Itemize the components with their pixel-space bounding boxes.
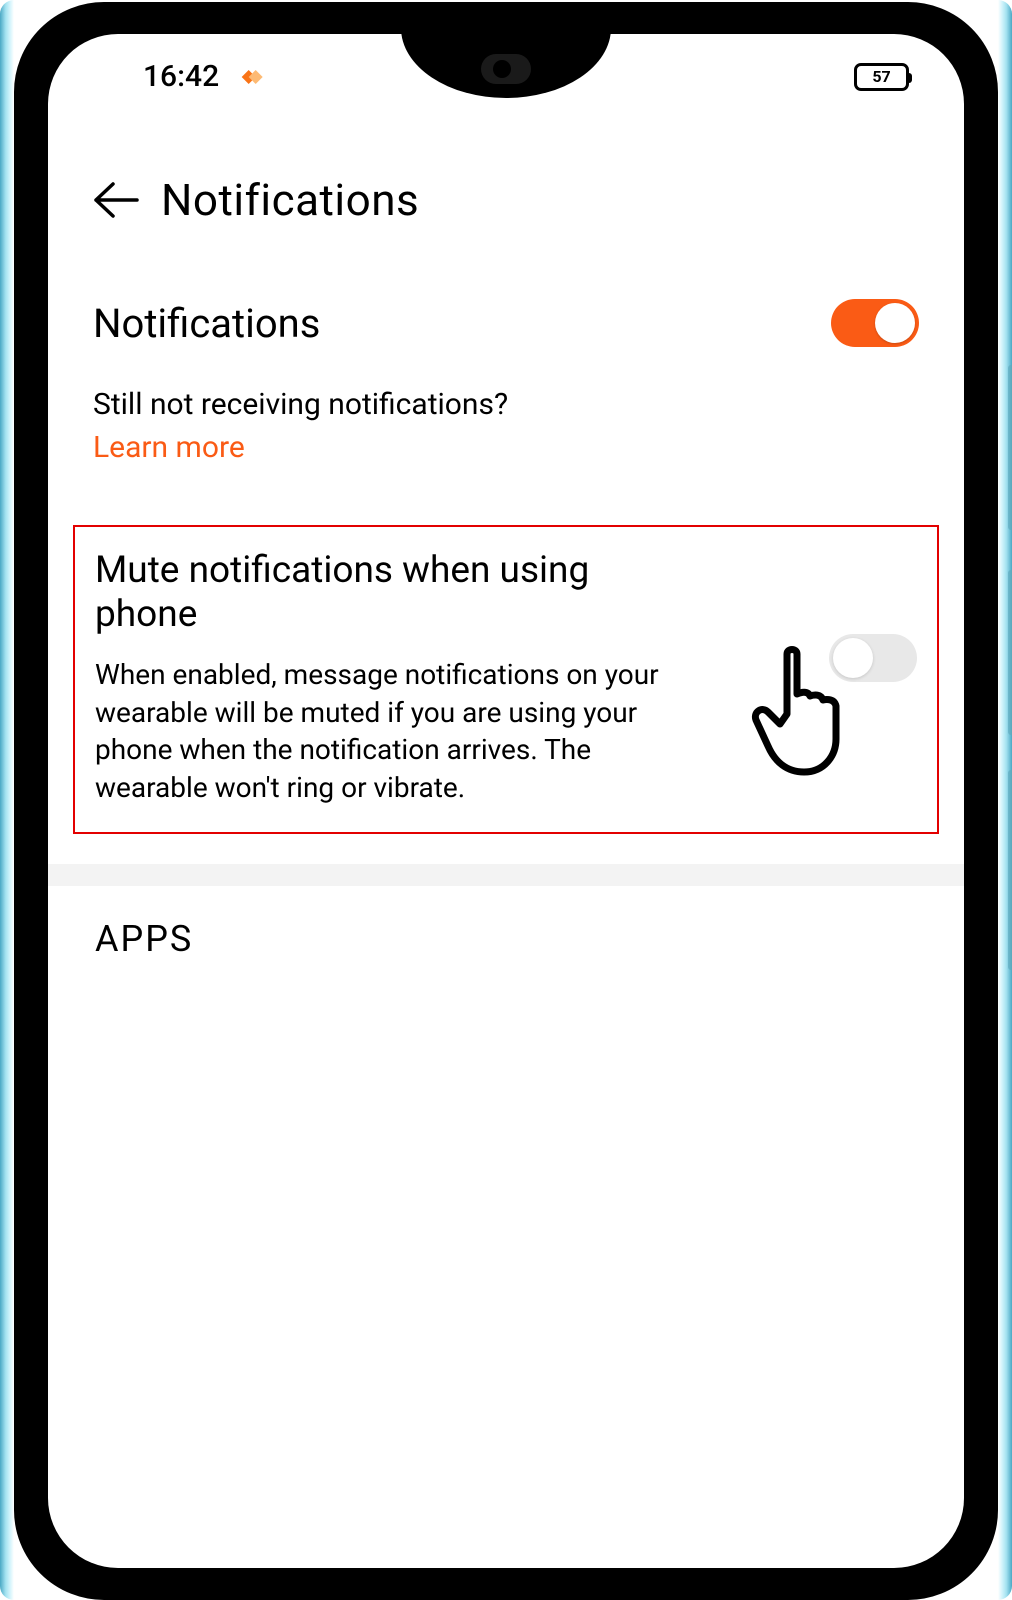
learn-more-link[interactable]: Learn more bbox=[93, 430, 919, 465]
notifications-toggle[interactable] bbox=[831, 299, 919, 347]
side-button-volume-up[interactable] bbox=[1008, 365, 1012, 530]
section-divider bbox=[48, 864, 964, 886]
back-arrow-icon[interactable] bbox=[93, 180, 141, 220]
side-button-volume-down[interactable] bbox=[1008, 570, 1012, 735]
phone-screen: 16:42 57 bbox=[48, 34, 964, 1568]
notifications-row: Notifications bbox=[93, 271, 919, 357]
side-button-power[interactable] bbox=[1008, 770, 1012, 970]
notifications-label: Notifications bbox=[93, 300, 320, 347]
battery-level: 57 bbox=[872, 67, 890, 86]
clock: 16:42 bbox=[143, 59, 219, 94]
page-title: Notifications bbox=[161, 174, 419, 226]
mute-title: Mute notifications when using phone bbox=[95, 549, 665, 638]
phone-bezel: 16:42 57 bbox=[14, 2, 998, 1600]
toggle-knob bbox=[875, 303, 915, 343]
battery-indicator: 57 bbox=[854, 63, 909, 91]
mute-section-highlight: Mute notifications when using phone When… bbox=[73, 525, 939, 834]
phone-frame: 16:42 57 bbox=[0, 0, 1012, 1600]
help-text: Still not receiving notifications? bbox=[93, 387, 919, 422]
notifications-section: Notifications Still not receiving notifi… bbox=[73, 261, 939, 475]
title-bar: Notifications bbox=[73, 129, 939, 261]
page-content: Notifications Notifications Still not re… bbox=[48, 129, 964, 1568]
heart-icon bbox=[237, 63, 265, 91]
apps-header: APPS bbox=[73, 886, 939, 960]
tap-hand-icon bbox=[742, 644, 862, 788]
front-camera bbox=[481, 54, 531, 84]
mute-description: When enabled, message notifications on y… bbox=[95, 656, 695, 807]
